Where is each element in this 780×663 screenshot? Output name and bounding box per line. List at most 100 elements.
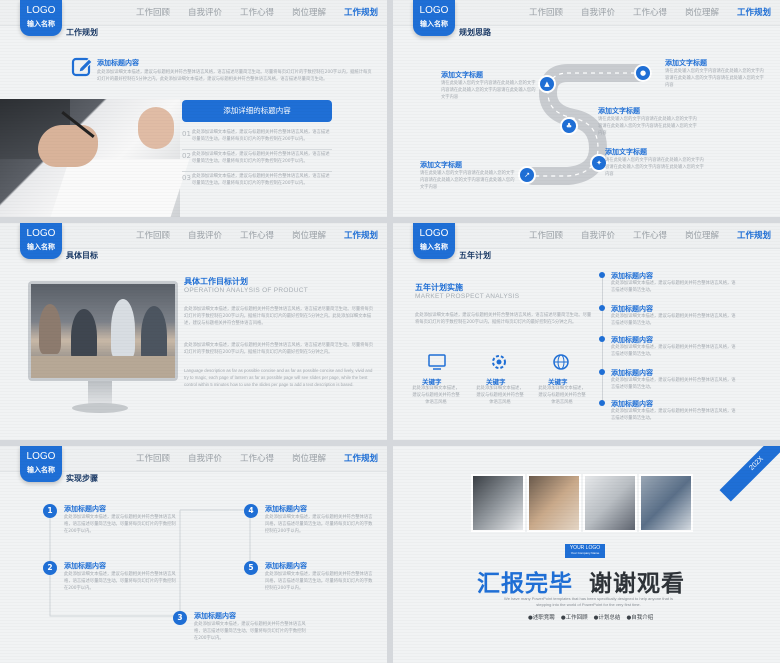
logo-text: LOGO [419, 228, 449, 239]
edit-icon [71, 57, 93, 77]
nav-item[interactable]: 工作回顾 [520, 0, 572, 24]
item-text: 此处添加详细文本描述，建议与标题相关并符合整体语言风格，语言描述尽量简洁生动。尽… [192, 174, 330, 186]
year-ribbon: 202X [719, 446, 780, 502]
monitor-image [28, 281, 178, 381]
item-number: 02 [182, 152, 191, 160]
closing-title-b: 谢谢观看 [589, 571, 685, 597]
timeline-dot [599, 400, 605, 406]
step-heading: 添加标题内容 [265, 505, 307, 513]
keyword: 关键字 [422, 378, 442, 386]
slide-title: 工作规划 [66, 28, 98, 37]
slide-specific-goals[interactable]: 工作回顾 自我评价 工作心得 岗位理解 工作规划 LOGO 输入名称 具体目标 具… [0, 223, 387, 440]
detail-title-button[interactable]: 添加详细的标题内容 [182, 100, 332, 122]
divider [182, 171, 332, 172]
nav-item[interactable]: 自我评价 [572, 0, 624, 24]
item-heading: 添加文字标题 [665, 59, 707, 67]
logo-badge: LOGO 输入名称 [413, 0, 455, 36]
nav-item[interactable]: 岗位理解 [283, 223, 335, 247]
slide-title: 规划思路 [459, 28, 491, 37]
nav-item-active[interactable]: 工作规划 [335, 0, 387, 24]
step-text: 此处添加详细文本描述，建议与标题相关并符合整体语言风格，语言描述尽量简洁生动。尽… [265, 515, 373, 534]
nav-item[interactable]: 岗位理解 [283, 0, 335, 24]
nav-item[interactable]: 岗位理解 [676, 223, 728, 247]
slide-title: 具体目标 [66, 251, 98, 260]
your-logo-badge: YOUR LOGO Your Company Name [565, 544, 605, 558]
nav-item[interactable]: 工作心得 [231, 0, 283, 24]
nav-menu: 工作回顾 自我评价 工作心得 岗位理解 工作规划 [520, 0, 780, 24]
nav-item[interactable]: 工作心得 [231, 223, 283, 247]
tag: ●述职竞聘 [528, 615, 555, 621]
photo-building [471, 474, 525, 532]
item-text: 请在此处输入您的文字内容请在此处输入您的文字内容请在此处输入您的文字内容请在此处… [665, 69, 764, 88]
nav-menu: 工作回顾 自我评价 工作心得 岗位理解 工作规划 [127, 223, 387, 247]
keyword-text: 此处添加详细文本描述，建议与标题相关并符合整体语言风格 [538, 386, 586, 405]
tag: ●工作回顾 [560, 615, 588, 621]
slide-title: 五年计划 [459, 251, 491, 260]
heading: 具体工作目标计划 [184, 277, 248, 286]
logo-text: LOGO [26, 228, 56, 239]
slide-planning-ideas[interactable]: 工作回顾 自我评价 工作心得 岗位理解 工作规划 LOGO 输入名称 规划思路 ●… [393, 0, 780, 217]
logo-badge: LOGO 输入名称 [20, 223, 62, 259]
timeline-dot [599, 369, 605, 375]
nav-menu: 工作回顾 自我评价 工作心得 岗位理解 工作规划 [520, 223, 780, 247]
item-heading: 添加文字标题 [420, 161, 462, 169]
photo-work [639, 474, 693, 532]
item-heading: 添加文字标题 [598, 107, 640, 115]
step-heading: 添加标题内容 [64, 562, 106, 570]
heading: 添加标题内容 [97, 59, 139, 67]
keyword: 关键字 [548, 378, 568, 386]
gear-icon [492, 355, 506, 369]
logo-text: LOGO [419, 5, 449, 16]
nav-item[interactable]: 工作心得 [624, 223, 676, 247]
nav-item[interactable]: 岗位理解 [676, 0, 728, 24]
item-number: 01 [182, 130, 191, 138]
english-tagline: We have many PowerPoint templates that h… [504, 596, 673, 607]
logo-name: 输入名称 [420, 20, 448, 28]
step-heading: 添加标题内容 [64, 505, 106, 513]
nav-item[interactable]: 自我评价 [572, 223, 624, 247]
slide-implementation-steps[interactable]: 工作回顾 自我评价 工作心得 岗位理解 工作规划 LOGO 输入名称 实现步骤 1… [0, 446, 387, 663]
subheading: MARKET PROSPECT ANALYSIS [415, 293, 520, 300]
item-text: 此处添加详细文本描述，建议与标题相关并符合整体语言风格，语言描述尽量简洁生动。尽… [192, 130, 330, 142]
slide-work-plan[interactable]: 工作回顾 自我评价 工作心得 岗位理解 工作规划 LOGO 输入名称 工作规划 添… [0, 0, 387, 217]
logo-text: LOGO [26, 5, 56, 16]
nav-menu: 工作回顾 自我评价 工作心得 岗位理解 工作规划 [127, 0, 387, 24]
chart-icon: ▲ [538, 75, 556, 93]
globe-icon [553, 354, 569, 370]
timeline-text: 此处添加详细文本描述，建议与标题相关并符合整体语言风格，语言描述尽量简洁生动。 [611, 409, 736, 421]
item-text: 请在此处输入您的文字内容请在此处输入您的文字内容请在此处输入您的文字内容请在此处… [441, 81, 536, 100]
slide-closing[interactable]: 202X YOUR LOGO Your Company Name 汇报完毕 谢谢… [393, 446, 780, 663]
step-number: 3 [173, 611, 187, 625]
logo-badge: LOGO 输入名称 [413, 223, 455, 259]
nav-item-active[interactable]: 工作规划 [335, 223, 387, 247]
item-heading: 添加文字标题 [605, 148, 647, 156]
step-text: 此处添加详细文本描述，建议与标题相关并符合整体语言风格，语言描述尽量简洁生动。尽… [194, 622, 306, 641]
timeline-text: 此处添加详细文本描述，建议与标题相关并符合整体语言风格，语言描述尽量简洁生动。 [611, 378, 736, 390]
nav-item[interactable]: 自我评价 [179, 223, 231, 247]
step-number: 5 [244, 561, 258, 575]
tag: ●自我介绍 [626, 615, 654, 621]
subheading: OPERATION ANALYSIS OF PRODUCT [184, 287, 309, 294]
people-icon: ● [634, 64, 652, 82]
item-text: 请在此处输入您的文字内容请在此处输入您的文字内容请在此处输入您的文字内容请在此处… [598, 117, 697, 136]
timeline-text: 此处添加详细文本描述，建议与标题相关并符合整体语言风格，语言描述尽量简洁生动。 [611, 281, 736, 293]
keyword-text: 此处添加详细文本描述，建议与标题相关并符合整体语言风格 [476, 386, 524, 405]
timeline-dot [599, 305, 605, 311]
nav-item[interactable]: 工作回顾 [520, 223, 572, 247]
nav-item-active[interactable]: 工作规划 [728, 0, 780, 24]
logo-name: 输入名称 [27, 243, 55, 251]
nav-item[interactable]: 工作心得 [624, 0, 676, 24]
step-heading: 添加标题内容 [194, 612, 236, 620]
item-text: 请在此处输入您的文字内容请在此处输入您的文字内容请在此处输入您的文字内容请在此处… [605, 158, 704, 177]
closing-title-a: 汇报完毕 [477, 571, 573, 597]
item-text: 请在此处输入您的文字内容请在此处输入您的文字内容请在此处输入您的文字内容请在此处… [420, 171, 515, 190]
nav-item-active[interactable]: 工作规划 [728, 223, 780, 247]
nav-item[interactable]: 自我评价 [179, 0, 231, 24]
nav-item[interactable]: 工作回顾 [127, 0, 179, 24]
monitor-icon [428, 354, 446, 370]
logo-badge: LOGO 输入名称 [20, 0, 62, 36]
timeline-text: 此处添加详细文本描述，建议与标题相关并符合整体语言风格，语言描述尽量简洁生动。 [611, 345, 736, 357]
team-icon: ♣ [560, 117, 578, 135]
nav-item[interactable]: 工作回顾 [127, 223, 179, 247]
slide-five-year-plan[interactable]: 工作回顾 自我评价 工作心得 岗位理解 工作规划 LOGO 输入名称 五年计划 五… [393, 223, 780, 440]
